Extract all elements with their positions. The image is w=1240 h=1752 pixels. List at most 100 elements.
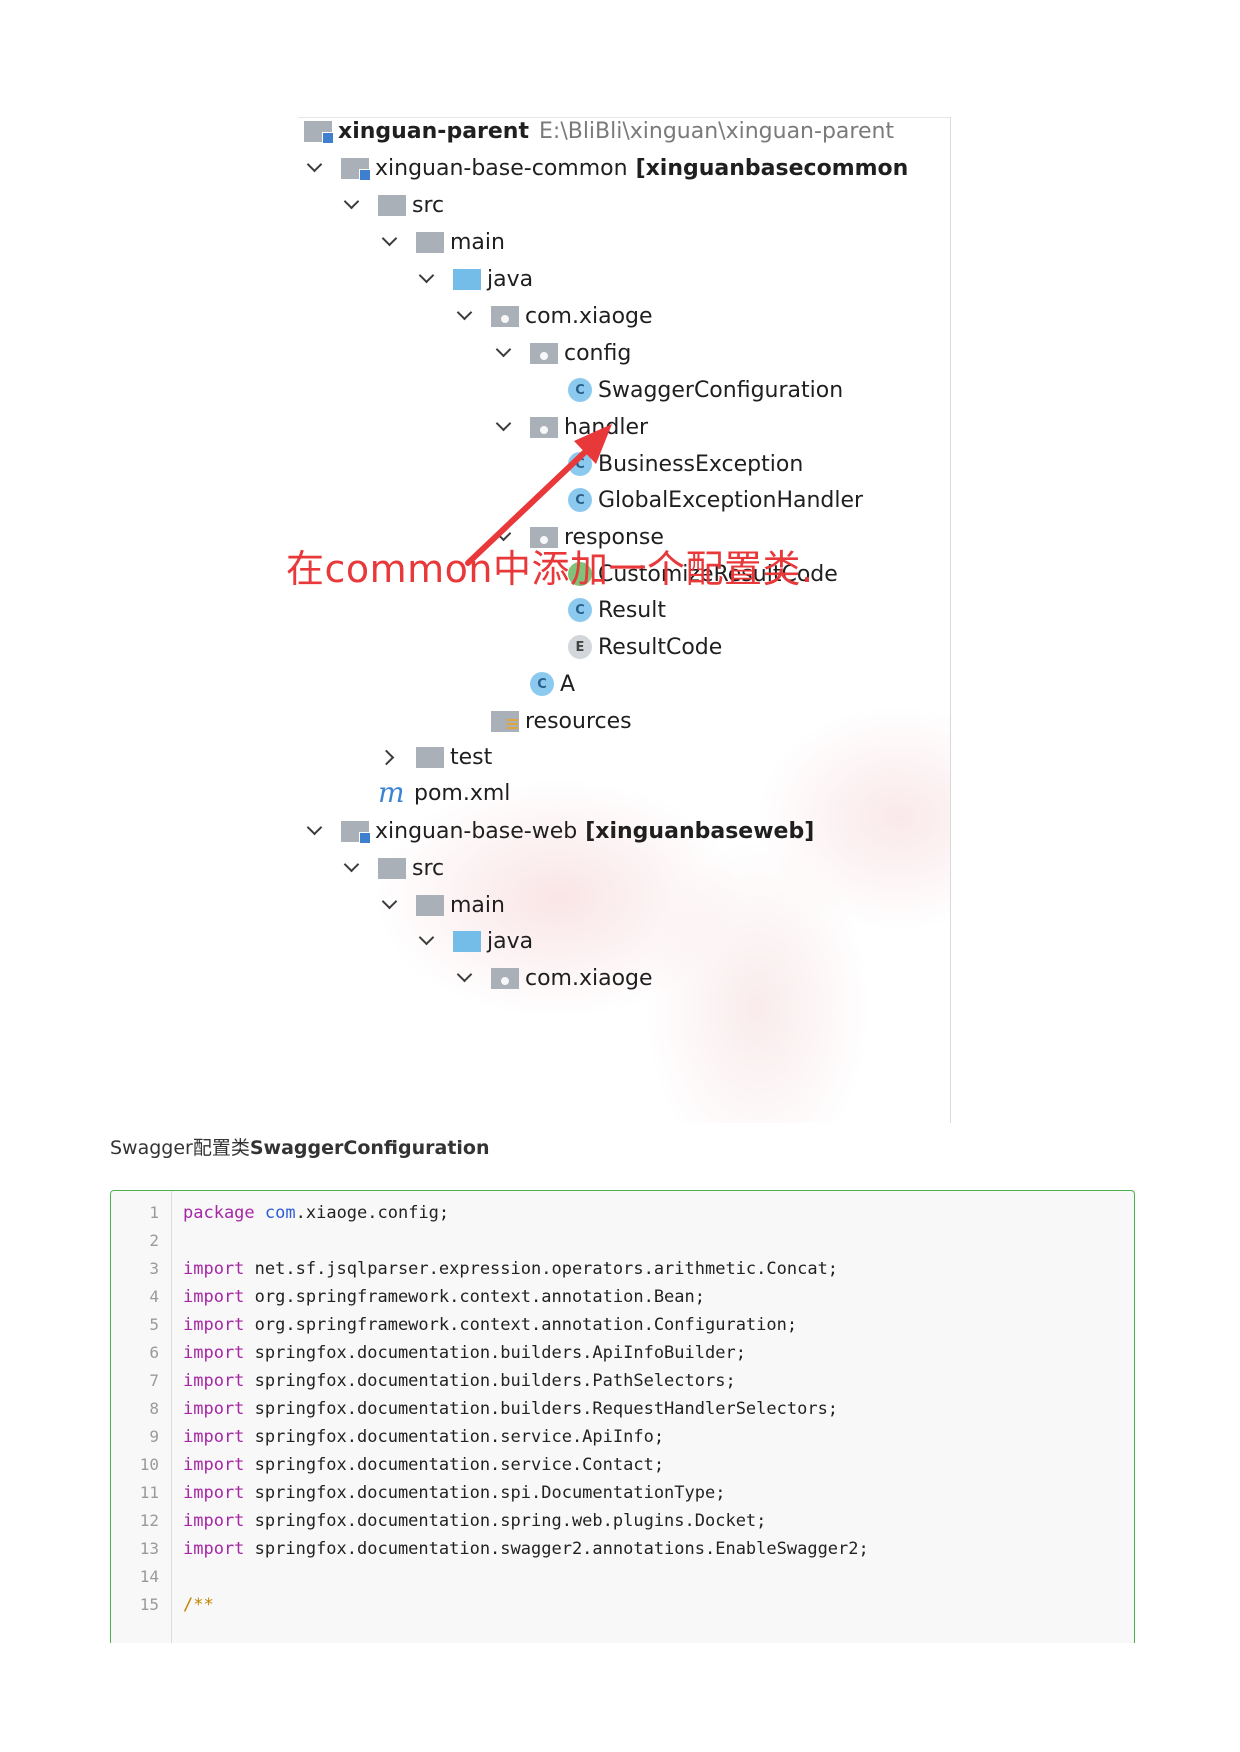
code-keyword: import	[183, 1427, 245, 1447]
class-icon: C	[568, 378, 592, 402]
tree-item-com-xiaoge[interactable]: com.xiaoge	[453, 297, 653, 335]
tree-label: config	[564, 340, 632, 366]
code-text: .xiaoge.config;	[295, 1203, 450, 1223]
code-keyword: import	[183, 1483, 245, 1503]
code-text: org.springframework.context.annotation.C…	[244, 1315, 798, 1335]
tree-item-swagger-configuration[interactable]: C SwaggerConfiguration	[568, 371, 843, 409]
tree-label: java	[487, 928, 534, 954]
tree-item-pom-xml[interactable]: m pom.xml	[378, 774, 510, 812]
tree-item-result[interactable]: C Result	[568, 591, 666, 629]
chevron-down-icon[interactable]	[303, 819, 327, 843]
code-keyword: import	[183, 1315, 245, 1335]
line-number-gutter: 1 2 3 4 5 6 7 8 9 10 11 12 13 14 15	[111, 1191, 172, 1643]
source-folder-icon	[453, 268, 481, 290]
source-folder-icon	[453, 930, 481, 952]
tree-item-java[interactable]: java	[415, 260, 533, 298]
module-folder-icon	[304, 120, 334, 144]
tree-item-xinguan-base-common[interactable]: xinguan-base-common [xinguanbasecommon	[303, 149, 908, 187]
code-text: springfox.documentation.builders.ApiInfo…	[244, 1343, 746, 1363]
code-line: import springfox.documentation.builders.…	[183, 1399, 838, 1419]
tree-module-tag: [xinguanbaseweb]	[585, 818, 815, 844]
chevron-down-icon[interactable]	[340, 193, 364, 217]
code-line: import net.sf.jsqlparser.expression.oper…	[183, 1259, 838, 1279]
chevron-down-icon[interactable]	[453, 966, 477, 990]
tree-label: xinguan-base-common	[375, 155, 628, 181]
code-keyword: import	[183, 1287, 245, 1307]
code-keyword: import	[183, 1455, 245, 1475]
chevron-right-icon[interactable]	[378, 745, 402, 769]
tree-item-xinguan-base-web[interactable]: xinguan-base-web [xinguanbaseweb]	[303, 812, 814, 850]
tree-item-test[interactable]: test	[378, 738, 492, 776]
line-number: 3	[149, 1259, 159, 1278]
tree-module-tag: [xinguanbasecommon	[635, 155, 909, 181]
tree-item-src[interactable]: src	[340, 186, 444, 224]
chevron-down-icon[interactable]	[415, 929, 439, 953]
folder-icon	[416, 231, 444, 253]
tree-item-main[interactable]: main	[378, 223, 505, 261]
code-keyword: package	[183, 1203, 255, 1223]
tree-label: com.xiaoge	[525, 965, 653, 991]
line-number: 15	[139, 1595, 159, 1614]
tree-item-global-exception-handler[interactable]: C GlobalExceptionHandler	[568, 481, 863, 519]
tree-label: A	[560, 671, 576, 697]
folder-icon	[416, 746, 444, 768]
tree-item-web-main[interactable]: main	[378, 886, 505, 924]
tree-label: main	[450, 892, 505, 918]
tree-label: com.xiaoge	[525, 303, 653, 329]
code-line: import org.springframework.context.annot…	[183, 1315, 797, 1335]
line-number: 8	[149, 1399, 159, 1418]
line-number: 2	[149, 1231, 159, 1250]
tree-label: BusinessException	[598, 451, 804, 477]
tree-label: GlobalExceptionHandler	[598, 487, 864, 513]
tree-item-config[interactable]: config	[492, 334, 631, 372]
code-keyword: import	[183, 1399, 245, 1419]
code-line: package com.xiaoge.config;	[183, 1203, 449, 1223]
line-number: 11	[139, 1483, 159, 1502]
chevron-down-icon[interactable]	[340, 856, 364, 880]
tree-path: E:\BliBli\xinguan\xinguan-parent	[539, 118, 895, 144]
line-number: 1	[149, 1203, 159, 1222]
tree-item-result-code[interactable]: E ResultCode	[568, 628, 722, 666]
chevron-down-icon[interactable]	[303, 156, 327, 180]
package-icon	[491, 967, 519, 989]
tree-label: Result	[598, 597, 666, 623]
module-folder-icon	[341, 820, 371, 844]
tree-item-web-src[interactable]: src	[340, 849, 444, 887]
code-line: import springfox.documentation.spi.Docum…	[183, 1483, 725, 1503]
package-icon	[491, 305, 519, 327]
line-number: 14	[139, 1567, 159, 1586]
code-text: springfox.documentation.service.ApiInfo;	[244, 1427, 665, 1447]
line-number: 9	[149, 1427, 159, 1446]
caption-class-name: SwaggerConfiguration	[249, 1137, 490, 1159]
folder-icon	[378, 857, 406, 879]
tree-item-resources[interactable]: resources	[453, 702, 632, 740]
class-icon: C	[530, 672, 554, 696]
line-number: 4	[149, 1287, 159, 1306]
tree-item-class-a[interactable]: C A	[530, 665, 575, 703]
chevron-down-icon[interactable]	[378, 230, 402, 254]
tree-item-web-com-xiaoge[interactable]: com.xiaoge	[453, 959, 653, 997]
tree-label: resources	[525, 708, 632, 734]
code-text: springfox.documentation.service.Contact;	[244, 1455, 665, 1475]
tree-label: SwaggerConfiguration	[598, 377, 844, 403]
code-block: 1 2 3 4 5 6 7 8 9 10 11 12 13 14 15 package com.xiaoge…	[110, 1190, 1135, 1643]
project-tree-screenshot: xinguan-parent E:\BliBli\xinguan\xinguan…	[298, 117, 951, 1123]
tree-item-business-exception[interactable]: C BusinessException	[568, 445, 803, 483]
code-line: import springfox.documentation.service.C…	[183, 1455, 664, 1475]
chevron-down-icon[interactable]	[378, 893, 402, 917]
tree-item-handler[interactable]: handler	[492, 408, 648, 446]
line-number: 7	[149, 1371, 159, 1390]
tree-item-xinguan-parent[interactable]: xinguan-parent E:\BliBli\xinguan\xinguan…	[298, 118, 895, 150]
tree-label: java	[487, 266, 534, 292]
tree-label: xinguan-parent	[338, 118, 529, 144]
chevron-down-icon[interactable]	[492, 341, 516, 365]
chevron-down-icon[interactable]	[492, 415, 516, 439]
code-comment: /**	[183, 1595, 214, 1615]
line-number: 5	[149, 1315, 159, 1334]
line-number: 12	[139, 1511, 159, 1530]
tree-item-web-java[interactable]: java	[415, 922, 533, 960]
class-icon: C	[568, 488, 592, 512]
chevron-down-icon[interactable]	[453, 304, 477, 328]
chevron-down-icon[interactable]	[415, 267, 439, 291]
